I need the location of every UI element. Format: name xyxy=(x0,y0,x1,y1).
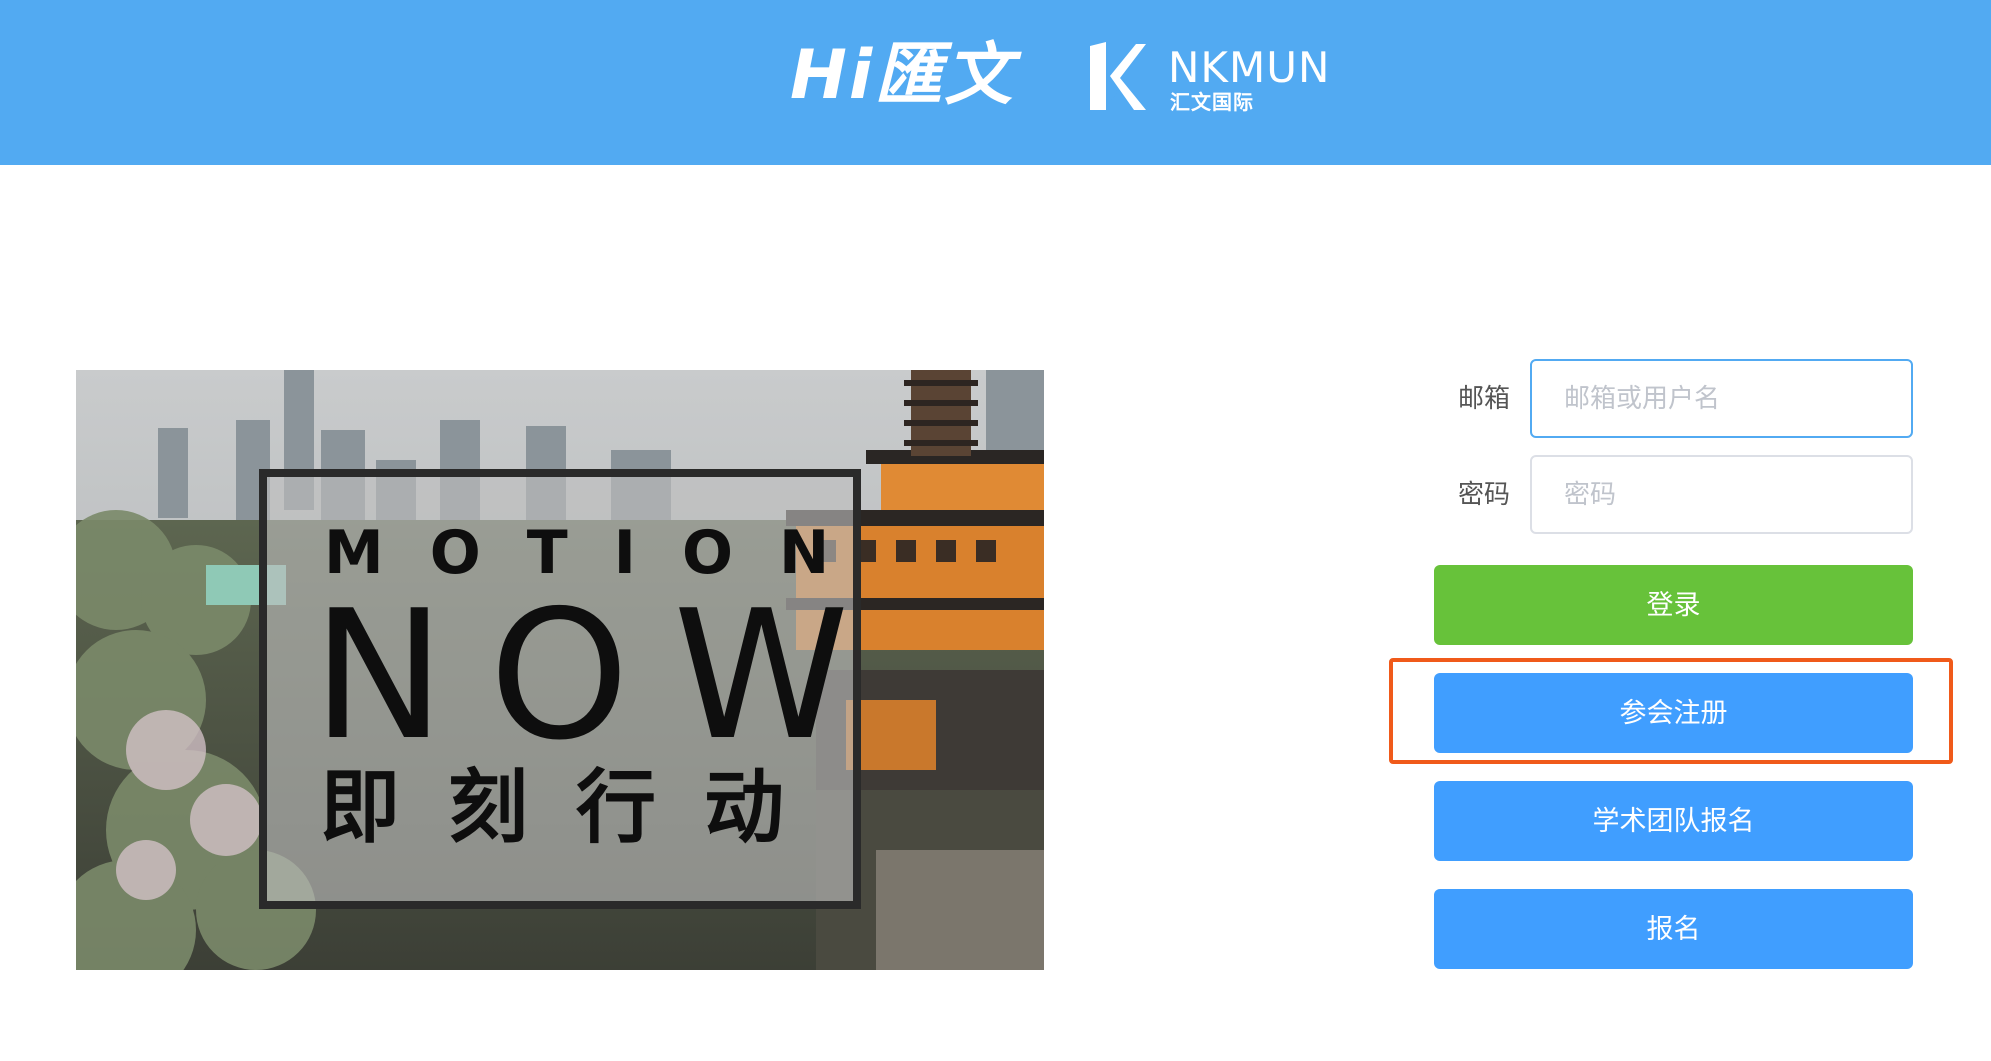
motion-now-banner: MOTION NOW 即刻行动 xyxy=(76,370,1044,970)
top-header: Hi匯文 NKMUN 汇文国际 xyxy=(0,0,1991,165)
email-input[interactable] xyxy=(1530,359,1913,438)
nkmun-mark-icon xyxy=(1090,42,1146,110)
now-text: NOW xyxy=(312,572,894,779)
password-input[interactable] xyxy=(1530,455,1913,534)
signup-button[interactable]: 报名 xyxy=(1434,889,1913,969)
nkmun-subtitle: 汇文国际 xyxy=(1170,90,1254,114)
hi-huiwen-logo[interactable]: Hi匯文 xyxy=(790,36,1014,116)
email-label: 邮箱 xyxy=(1457,384,1510,414)
login-button[interactable]: 登录 xyxy=(1434,565,1913,645)
nkmun-wordmark: NKMUN xyxy=(1168,43,1331,92)
academic-team-signup-button[interactable]: 学术团队报名 xyxy=(1434,781,1913,861)
password-label: 密码 xyxy=(1457,480,1510,510)
nkmun-logo[interactable]: NKMUN 汇文国际 xyxy=(1086,40,1329,116)
register-highlight-box xyxy=(1389,658,1953,764)
slogan-cn-text: 即刻行动 xyxy=(320,761,832,854)
